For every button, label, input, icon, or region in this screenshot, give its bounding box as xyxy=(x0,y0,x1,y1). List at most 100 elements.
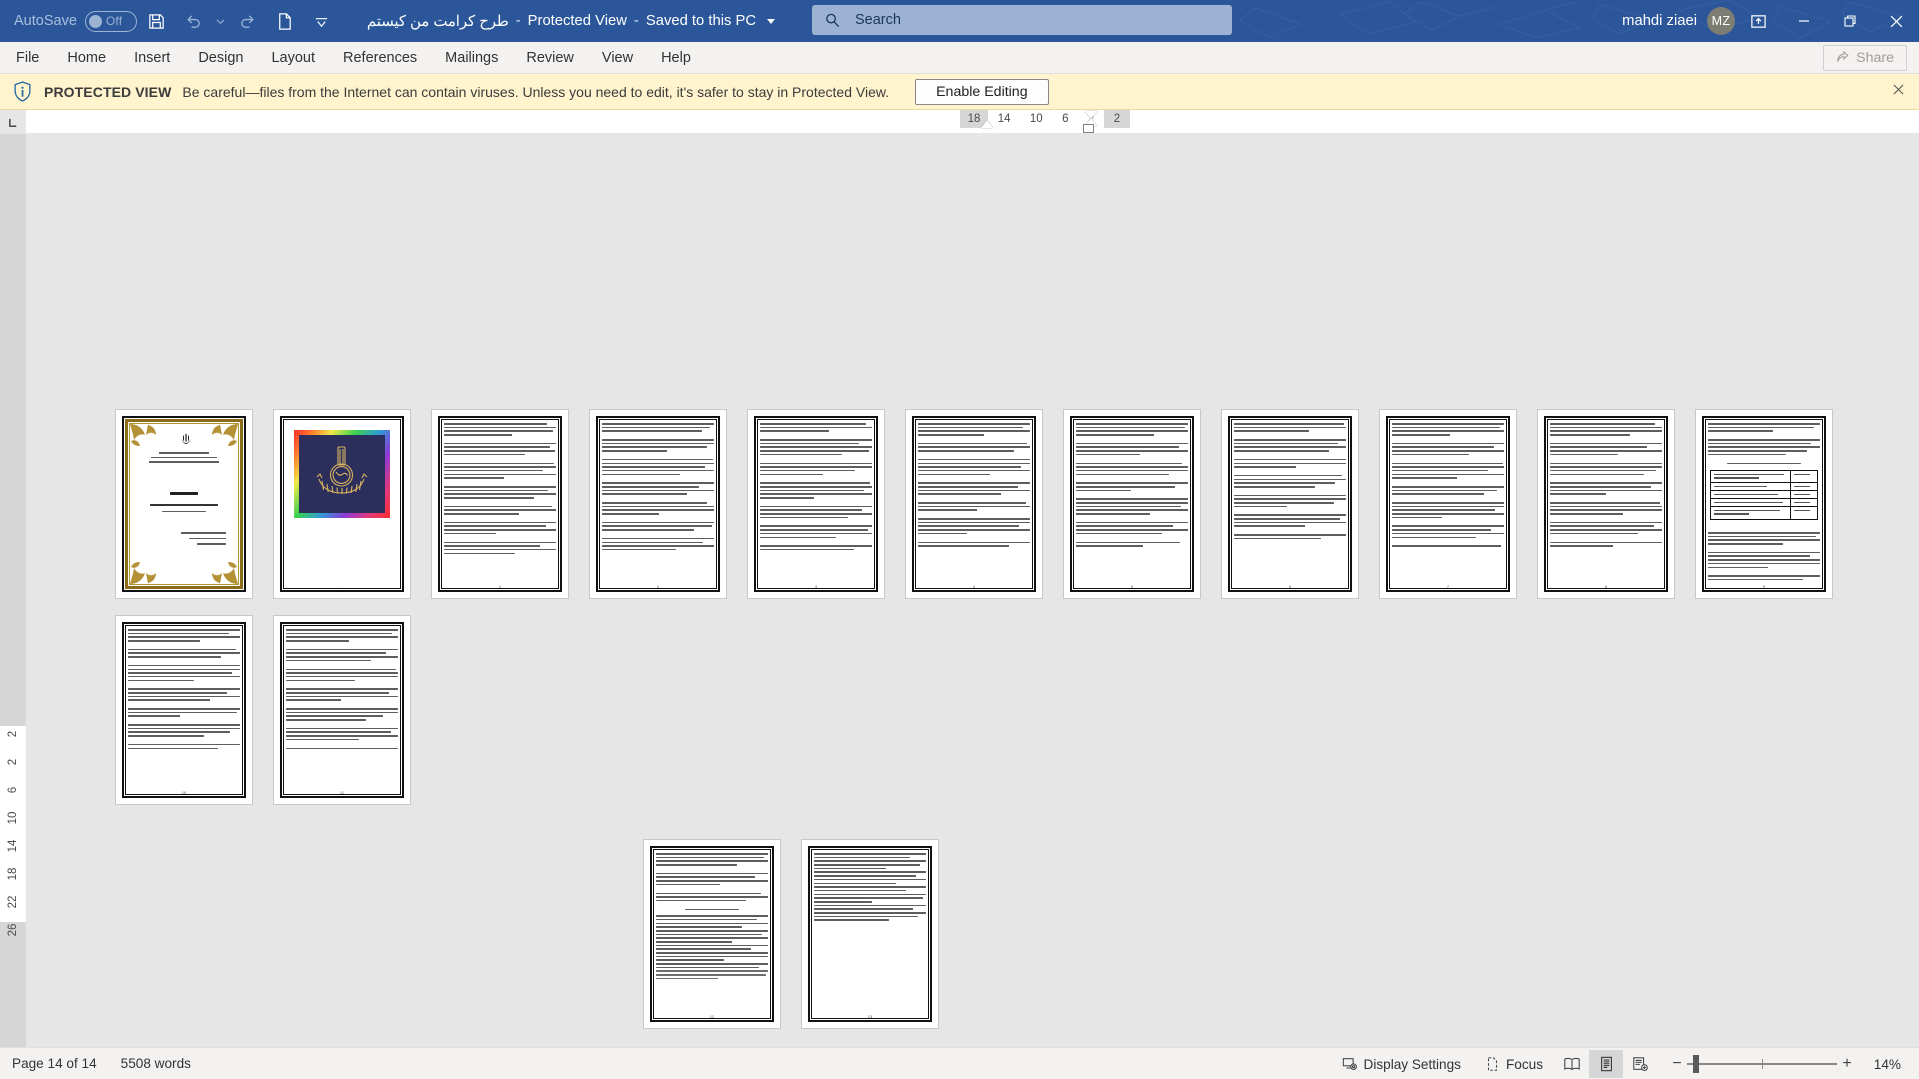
table-row[interactable] xyxy=(1711,507,1817,519)
protected-view-close-button[interactable] xyxy=(1892,83,1905,101)
account-name[interactable]: mahdi ziaei xyxy=(1622,13,1697,29)
tab-home[interactable]: Home xyxy=(53,42,120,73)
ribbon-display-options-button[interactable] xyxy=(1735,0,1781,42)
undo-button[interactable] xyxy=(177,4,211,38)
minimize-icon xyxy=(1799,20,1809,22)
zoom-out-button[interactable]: − xyxy=(1667,1055,1687,1073)
title-dropdown-icon[interactable] xyxy=(767,18,776,24)
page-thumbnail[interactable]: 3 xyxy=(748,410,884,598)
minimize-button[interactable] xyxy=(1781,0,1827,42)
save-location-label: Saved to this PC xyxy=(645,13,757,29)
tab-references[interactable]: References xyxy=(329,42,431,73)
ribbon-tab-bar: File Home Insert Design Layout Reference… xyxy=(0,42,1919,74)
tab-review[interactable]: Review xyxy=(512,42,588,73)
page-text-content-lower xyxy=(1708,532,1820,583)
save-button[interactable] xyxy=(140,4,174,38)
first-line-indent-marker[interactable] xyxy=(981,120,993,128)
page-thumbnail[interactable]: 11 xyxy=(274,616,410,804)
page-thumbnail[interactable]: 9 xyxy=(1696,410,1832,598)
page-text-content xyxy=(814,853,926,1012)
tab-view[interactable]: View xyxy=(588,42,647,73)
page-indicator[interactable]: Page 14 of 14 xyxy=(0,1048,109,1079)
table-cell xyxy=(1791,507,1817,519)
web-layout-icon xyxy=(1633,1057,1648,1071)
focus-label: Focus xyxy=(1505,1056,1543,1072)
page-thumbnail[interactable]: 12 xyxy=(644,840,780,1028)
redo-button[interactable] xyxy=(231,4,265,38)
table-row[interactable] xyxy=(1711,483,1817,491)
share-label: Share xyxy=(1856,50,1894,66)
page-text-content xyxy=(602,423,714,582)
document-title[interactable]: طرح کرامت من کیستم - Protected View - Sa… xyxy=(366,13,776,30)
display-settings-button[interactable]: Display Settings xyxy=(1330,1048,1473,1079)
title-page-author-lines xyxy=(162,532,226,545)
chevron-down-icon xyxy=(216,18,225,24)
table-cell xyxy=(1711,471,1791,482)
page-thumbnail[interactable]: 8 xyxy=(1538,410,1674,598)
ruler-mark-10: 10 xyxy=(1029,113,1043,125)
print-layout-button[interactable] xyxy=(1589,1050,1623,1078)
page-number: 10 xyxy=(181,790,187,795)
vruler-mark-22: 22 xyxy=(7,895,19,909)
tab-file[interactable]: File xyxy=(0,42,53,73)
vertical-ruler[interactable]: 2 2 6 10 14 18 22 26 xyxy=(0,134,26,1047)
zoom-slider-track[interactable] xyxy=(1687,1055,1837,1073)
page-thumbnail[interactable]: 4 xyxy=(906,410,1042,598)
page-text-content xyxy=(1234,423,1346,582)
new-document-icon xyxy=(279,12,292,30)
ornament-corner-bottom-left-icon xyxy=(130,562,156,584)
tab-mailings[interactable]: Mailings xyxy=(431,42,512,73)
word-count[interactable]: 5508 words xyxy=(109,1048,203,1079)
table-cell xyxy=(1711,507,1791,519)
page-thumbnail[interactable]: 2 xyxy=(590,410,726,598)
horizontal-ruler[interactable]: 18 14 10 6 2 2 xyxy=(0,110,1919,134)
page-number: · xyxy=(341,584,343,589)
page-number: 6 xyxy=(1288,584,1292,589)
zoom-slider-thumb[interactable] xyxy=(1693,1055,1699,1073)
document-canvas[interactable]: · 1 2 3 4 5 6 7 8 9 10 11 12 13 xyxy=(26,134,1919,1047)
undo-dropdown-button[interactable] xyxy=(214,4,228,38)
tab-insert[interactable]: Insert xyxy=(120,42,184,73)
search-box[interactable]: Search xyxy=(812,5,1232,35)
title-page-title-lines xyxy=(142,492,226,513)
page-thumbnail[interactable]: · xyxy=(274,410,410,598)
tab-layout[interactable]: Layout xyxy=(257,42,329,73)
page-thumbnail[interactable]: 5 xyxy=(1064,410,1200,598)
enable-editing-button[interactable]: Enable Editing xyxy=(915,78,1049,105)
word-application-window: AutoSave Off طرح کرامت من کیستم - Protec… xyxy=(0,0,1919,1079)
new-document-button[interactable] xyxy=(268,4,302,38)
search-input[interactable]: Search xyxy=(855,12,901,28)
focus-mode-icon xyxy=(1487,1057,1498,1071)
autosave-toggle[interactable]: Off xyxy=(84,10,137,32)
read-mode-button[interactable] xyxy=(1555,1050,1589,1078)
page-thumbnail[interactable]: 13 xyxy=(802,840,938,1028)
customize-quick-access-toolbar-button[interactable] xyxy=(305,4,339,38)
page-number: 1 xyxy=(498,584,502,589)
close-button[interactable] xyxy=(1873,0,1919,42)
page-thumbnail[interactable]: 6 xyxy=(1222,410,1358,598)
page-thumbnail[interactable]: 7 xyxy=(1380,410,1516,598)
avatar[interactable]: MZ xyxy=(1707,7,1735,35)
ornament-corner-bottom-right-icon xyxy=(212,562,238,584)
restore-button[interactable] xyxy=(1827,0,1873,42)
zoom-level-label[interactable]: 14% xyxy=(1867,1057,1913,1072)
share-button[interactable]: Share xyxy=(1823,45,1907,71)
data-table[interactable] xyxy=(1710,470,1818,520)
tab-stop-selector[interactable] xyxy=(0,110,26,134)
page-thumbnail[interactable]: 10 xyxy=(116,616,252,804)
web-layout-button[interactable] xyxy=(1623,1050,1657,1078)
page-thumbnail[interactable]: 1 xyxy=(432,410,568,598)
focus-button[interactable]: Focus xyxy=(1473,1048,1555,1079)
zoom-slider[interactable]: − + xyxy=(1667,1055,1857,1073)
page-number: 12 xyxy=(709,1014,715,1019)
table-row[interactable] xyxy=(1711,491,1817,499)
tab-help[interactable]: Help xyxy=(647,42,705,73)
table-row[interactable] xyxy=(1711,499,1817,507)
document-file-name: طرح کرامت من کیستم xyxy=(366,13,509,30)
tab-design[interactable]: Design xyxy=(184,42,257,73)
left-indent-square-marker[interactable] xyxy=(1083,124,1094,133)
page-thumbnail[interactable] xyxy=(116,410,252,598)
table-row[interactable] xyxy=(1711,471,1817,483)
zoom-in-button[interactable]: + xyxy=(1837,1055,1857,1073)
autosave-knob xyxy=(88,14,102,28)
